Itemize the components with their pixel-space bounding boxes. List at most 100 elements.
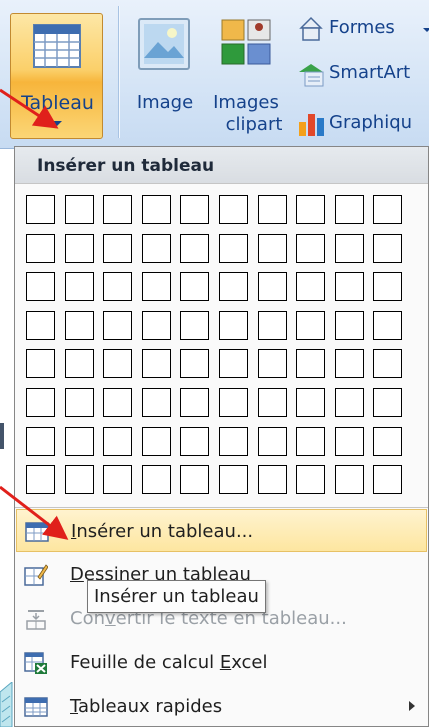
- grid-cell[interactable]: [334, 465, 364, 495]
- grid-cell[interactable]: [296, 349, 326, 379]
- grid-cell[interactable]: [334, 272, 364, 302]
- picture-icon: [138, 18, 190, 70]
- grid-cell[interactable]: [219, 233, 248, 263]
- grid-cell[interactable]: [219, 310, 248, 340]
- grid-cell[interactable]: [373, 233, 403, 263]
- menu-item-label: Feuille de calcul Excel: [70, 652, 268, 673]
- grid-cell[interactable]: [26, 272, 55, 302]
- grid-cell[interactable]: [334, 310, 364, 340]
- grid-cell[interactable]: [141, 426, 171, 456]
- tooltip: Insérer un tableau: [87, 580, 266, 613]
- grid-cell[interactable]: [103, 388, 133, 417]
- grid-cell[interactable]: [257, 349, 287, 379]
- grid-cell[interactable]: [141, 465, 171, 495]
- grid-cell[interactable]: [257, 272, 287, 302]
- grid-cell[interactable]: [141, 233, 171, 263]
- grid-cell[interactable]: [26, 195, 55, 224]
- grid-cell[interactable]: [257, 465, 287, 495]
- grid-cell[interactable]: [180, 465, 210, 495]
- insert-table-menu: Insérer un tableau Insérer un tableau...…: [14, 146, 429, 727]
- grid-cell[interactable]: [219, 426, 248, 456]
- grid-cell[interactable]: [26, 388, 55, 417]
- grid-cell[interactable]: [257, 195, 287, 224]
- grid-cell[interactable]: [373, 195, 403, 224]
- ribbon: Tableau Image Images clipart Formes Smar…: [0, 0, 429, 149]
- grid-cell[interactable]: [219, 388, 248, 417]
- smartart-button[interactable]: SmartArt: [297, 58, 429, 90]
- grid-cell[interactable]: [334, 195, 364, 224]
- grid-cell[interactable]: [103, 272, 133, 302]
- graphique-button[interactable]: Graphiqu: [297, 104, 429, 140]
- grid-cell[interactable]: [373, 272, 403, 302]
- grid-cell[interactable]: [64, 388, 94, 417]
- menu-item-inserer-tableau[interactable]: Insérer un tableau...: [16, 509, 427, 552]
- grid-cell[interactable]: [141, 195, 171, 224]
- grid-cell[interactable]: [296, 195, 326, 224]
- grid-cell[interactable]: [64, 349, 94, 379]
- menu-item-feuille-excel[interactable]: Feuille de calcul Excel: [16, 641, 427, 684]
- grid-cell[interactable]: [141, 310, 171, 340]
- group-separator: [118, 6, 119, 138]
- grid-cell[interactable]: [373, 426, 403, 456]
- menu-item-label: Insérer un tableau...: [71, 521, 254, 542]
- clipart-button[interactable]: Images clipart: [208, 14, 288, 135]
- grid-cell[interactable]: [373, 310, 403, 340]
- grid-cell[interactable]: [373, 349, 403, 379]
- chevron-down-icon: [52, 121, 62, 126]
- grid-cell[interactable]: [26, 349, 55, 379]
- formes-label: Formes: [329, 17, 395, 38]
- grid-cell[interactable]: [180, 195, 210, 224]
- image-button[interactable]: Image: [130, 14, 200, 124]
- grid-cell[interactable]: [219, 272, 248, 302]
- grid-cell[interactable]: [219, 195, 248, 224]
- grid-cell[interactable]: [64, 465, 94, 495]
- insert-table-icon: [25, 522, 49, 542]
- formes-button[interactable]: Formes: [297, 14, 429, 46]
- grid-cell[interactable]: [103, 233, 133, 263]
- grid-cell[interactable]: [141, 272, 171, 302]
- grid-cell[interactable]: [180, 349, 210, 379]
- grid-cell[interactable]: [26, 233, 55, 263]
- menu-separator: [15, 507, 428, 508]
- grid-cell[interactable]: [64, 195, 94, 224]
- grid-cell[interactable]: [296, 272, 326, 302]
- grid-cell[interactable]: [257, 233, 287, 263]
- grid-cell[interactable]: [180, 310, 210, 340]
- grid-cell[interactable]: [334, 388, 364, 417]
- grid-cell[interactable]: [103, 310, 133, 340]
- grid-cell[interactable]: [219, 349, 248, 379]
- grid-cell[interactable]: [296, 388, 326, 417]
- grid-cell[interactable]: [180, 388, 210, 417]
- grid-cell[interactable]: [373, 465, 403, 495]
- menu-item-tableaux-rapides[interactable]: Tableaux rapides: [16, 685, 427, 728]
- grid-cell[interactable]: [257, 426, 287, 456]
- grid-cell[interactable]: [26, 310, 55, 340]
- grid-cell[interactable]: [103, 195, 133, 224]
- grid-cell[interactable]: [334, 349, 364, 379]
- grid-cell[interactable]: [334, 233, 364, 263]
- grid-cell[interactable]: [103, 426, 133, 456]
- grid-cell[interactable]: [373, 388, 403, 417]
- grid-cell[interactable]: [141, 388, 171, 417]
- grid-cell[interactable]: [64, 426, 94, 456]
- grid-cell[interactable]: [219, 465, 248, 495]
- grid-cell[interactable]: [257, 388, 287, 417]
- grid-cell[interactable]: [141, 349, 171, 379]
- grid-cell[interactable]: [296, 310, 326, 340]
- grid-cell[interactable]: [296, 465, 326, 495]
- grid-cell[interactable]: [334, 426, 364, 456]
- grid-cell[interactable]: [180, 272, 210, 302]
- grid-cell[interactable]: [26, 465, 55, 495]
- grid-cell[interactable]: [64, 310, 94, 340]
- grid-cell[interactable]: [257, 310, 287, 340]
- grid-cell[interactable]: [64, 272, 94, 302]
- grid-cell[interactable]: [103, 349, 133, 379]
- grid-cell[interactable]: [180, 426, 210, 456]
- tableau-button[interactable]: Tableau: [10, 13, 103, 139]
- grid-cell[interactable]: [103, 465, 133, 495]
- grid-cell[interactable]: [26, 426, 55, 456]
- grid-cell[interactable]: [180, 233, 210, 263]
- grid-cell[interactable]: [296, 426, 326, 456]
- grid-cell[interactable]: [64, 233, 94, 263]
- grid-cell[interactable]: [296, 233, 326, 263]
